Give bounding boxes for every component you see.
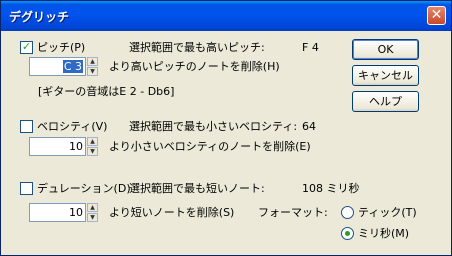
spin-up-icon[interactable]: ▲ bbox=[87, 57, 98, 66]
close-button[interactable]: ✕ bbox=[427, 6, 446, 25]
format-ms-label[interactable]: ミリ秒(M) bbox=[358, 227, 409, 240]
pitch-checkbox[interactable]: ✓ bbox=[20, 40, 33, 54]
format-tick-label[interactable]: ティック(T) bbox=[358, 206, 417, 219]
smallest-velocity-value: 64 bbox=[302, 120, 316, 133]
spin-down-icon[interactable]: ▼ bbox=[87, 147, 98, 156]
spin-up-icon[interactable]: ▲ bbox=[87, 137, 98, 146]
format-tick-radio[interactable] bbox=[341, 206, 354, 219]
dialog-title: デグリッチ bbox=[9, 10, 70, 24]
duration-threshold-value: 10 bbox=[69, 206, 83, 219]
velocity-action-label: より小さいベロシティのノートを削除(E) bbox=[109, 140, 311, 153]
pitch-checkbox-label[interactable]: ピッチ(P) bbox=[37, 41, 85, 54]
pitch-threshold-value: C 3 bbox=[62, 60, 83, 73]
shortest-note-label: 選択範囲で最も短いノート: bbox=[129, 182, 265, 195]
checkmark-icon: ✓ bbox=[21, 40, 32, 53]
format-ms-radio[interactable] bbox=[341, 227, 354, 240]
duration-checkbox-label[interactable]: デュレーション(D) bbox=[37, 182, 131, 195]
help-button[interactable]: ヘルプ bbox=[352, 91, 419, 112]
ok-button[interactable]: OK bbox=[352, 39, 419, 60]
pitch-spinner[interactable]: ▲ ▼ bbox=[87, 57, 98, 76]
highest-pitch-value: F 4 bbox=[302, 41, 319, 54]
velocity-spinner[interactable]: ▲ ▼ bbox=[87, 137, 98, 156]
highest-pitch-label: 選択範囲で最も高いピッチ: bbox=[129, 41, 265, 54]
duration-threshold-input[interactable]: 10 bbox=[29, 203, 86, 222]
duration-spinner[interactable]: ▲ ▼ bbox=[87, 203, 98, 222]
title-bar[interactable]: デグリッチ ✕ bbox=[1, 1, 451, 31]
velocity-threshold-input[interactable]: 10 bbox=[29, 137, 86, 156]
radio-selected-dot bbox=[345, 231, 350, 236]
velocity-checkbox[interactable] bbox=[20, 120, 33, 133]
duration-checkbox[interactable] bbox=[20, 182, 33, 195]
degrich-dialog: デグリッチ ✕ ✓ ピッチ(P) 選択範囲で最も高いピッチ: F 4 C 3 ▲… bbox=[0, 0, 452, 256]
pitch-threshold-input[interactable]: C 3 bbox=[29, 57, 86, 76]
spin-down-icon[interactable]: ▼ bbox=[87, 213, 98, 222]
format-label: フォーマット: bbox=[258, 206, 328, 219]
close-icon: ✕ bbox=[430, 7, 443, 23]
spin-up-icon[interactable]: ▲ bbox=[87, 203, 98, 212]
cancel-button[interactable]: キャンセル bbox=[352, 65, 419, 86]
velocity-threshold-value: 10 bbox=[69, 140, 83, 153]
shortest-note-value: 108 ミリ秒 bbox=[302, 182, 360, 195]
spin-down-icon[interactable]: ▼ bbox=[87, 67, 98, 76]
smallest-velocity-label: 選択範囲で最も小さいベロシティ: bbox=[129, 120, 298, 133]
velocity-checkbox-label[interactable]: ベロシティ(V) bbox=[37, 120, 107, 133]
guitar-range-note: [ギターの音域はE 2 - Db6] bbox=[38, 85, 175, 98]
pitch-action-label: より高いピッチのノートを削除(H) bbox=[109, 60, 280, 73]
duration-action-label: より短いノートを削除(S) bbox=[109, 206, 235, 219]
